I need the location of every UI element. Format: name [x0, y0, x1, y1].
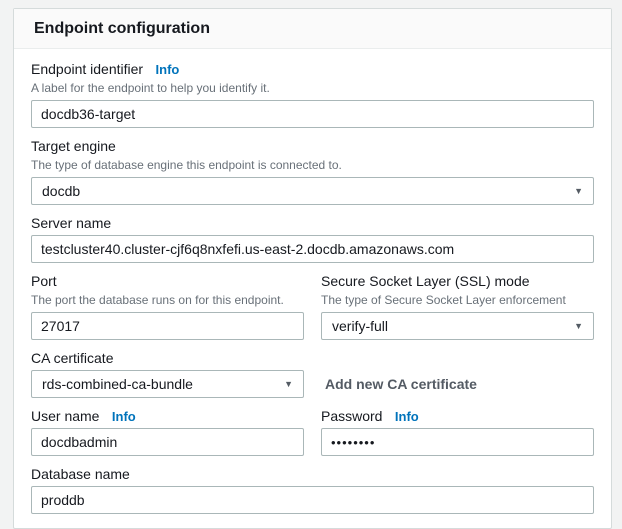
database-name-label-row: Database name: [31, 466, 594, 483]
server-name-label-row: Server name: [31, 215, 594, 232]
ca-certificate-action-col: Add new CA certificate: [321, 350, 594, 408]
ca-certificate-select-value: rds-combined-ca-bundle: [42, 376, 193, 392]
endpoint-identifier-description: A label for the endpoint to help you ide…: [31, 81, 594, 95]
port-description: The port the database runs on for this e…: [31, 293, 304, 307]
ssl-mode-description: The type of Secure Socket Layer enforcem…: [321, 293, 594, 307]
field-target-engine: Target engine The type of database engin…: [31, 138, 594, 205]
dropdown-arrow-icon: ▼: [574, 186, 583, 196]
field-endpoint-identifier: Endpoint identifier Info A label for the…: [31, 61, 594, 128]
endpoint-identifier-label-row: Endpoint identifier Info: [31, 61, 594, 78]
field-database-name: Database name: [31, 466, 594, 514]
ca-certificate-label-row: CA certificate: [31, 350, 304, 367]
ca-certificate-label: CA certificate: [31, 350, 113, 366]
ca-certificate-select[interactable]: rds-combined-ca-bundle ▼: [31, 370, 304, 398]
password-label: Password: [321, 408, 382, 424]
port-label-row: Port: [31, 273, 304, 290]
password-label-row: Password Info: [321, 408, 594, 425]
ssl-mode-select-value: verify-full: [332, 318, 388, 334]
ssl-mode-label-row: Secure Socket Layer (SSL) mode: [321, 273, 594, 290]
target-engine-label: Target engine: [31, 138, 116, 154]
ssl-mode-select[interactable]: verify-full ▼: [321, 312, 594, 340]
target-engine-select[interactable]: docdb ▼: [31, 177, 594, 205]
user-name-input[interactable]: [31, 428, 304, 456]
row-ca-certificate: CA certificate rds-combined-ca-bundle ▼ …: [31, 350, 594, 408]
panel-body: Endpoint identifier Info A label for the…: [14, 49, 611, 528]
port-input[interactable]: [31, 312, 304, 340]
password-info-link[interactable]: Info: [395, 409, 419, 424]
port-label: Port: [31, 273, 57, 289]
row-credentials: User name Info Password Info: [31, 408, 594, 466]
add-new-ca-certificate-button[interactable]: Add new CA certificate: [325, 376, 477, 393]
user-name-label: User name: [31, 408, 99, 424]
row-port-ssl: Port The port the database runs on for t…: [31, 273, 594, 350]
password-input[interactable]: [321, 428, 594, 456]
target-engine-select-value: docdb: [42, 183, 80, 199]
dropdown-arrow-icon: ▼: [284, 379, 293, 389]
panel-header: Endpoint configuration: [14, 9, 611, 49]
database-name-label: Database name: [31, 466, 130, 482]
server-name-label: Server name: [31, 215, 111, 231]
endpoint-identifier-input[interactable]: [31, 100, 594, 128]
panel-title: Endpoint configuration: [34, 19, 591, 39]
field-ssl-mode: Secure Socket Layer (SSL) mode The type …: [321, 273, 594, 340]
target-engine-label-row: Target engine: [31, 138, 594, 155]
field-user-name: User name Info: [31, 408, 304, 456]
user-name-info-link[interactable]: Info: [112, 409, 136, 424]
database-name-input[interactable]: [31, 486, 594, 514]
dropdown-arrow-icon: ▼: [574, 321, 583, 331]
endpoint-identifier-label: Endpoint identifier: [31, 61, 143, 77]
server-name-input[interactable]: [31, 235, 594, 263]
field-port: Port The port the database runs on for t…: [31, 273, 304, 340]
field-ca-certificate: CA certificate rds-combined-ca-bundle ▼: [31, 350, 304, 398]
target-engine-description: The type of database engine this endpoin…: [31, 158, 594, 172]
ssl-mode-label: Secure Socket Layer (SSL) mode: [321, 273, 530, 289]
endpoint-configuration-panel: Endpoint configuration Endpoint identifi…: [13, 8, 612, 529]
field-password: Password Info: [321, 408, 594, 456]
field-server-name: Server name: [31, 215, 594, 263]
user-name-label-row: User name Info: [31, 408, 304, 425]
endpoint-identifier-info-link[interactable]: Info: [156, 62, 180, 77]
